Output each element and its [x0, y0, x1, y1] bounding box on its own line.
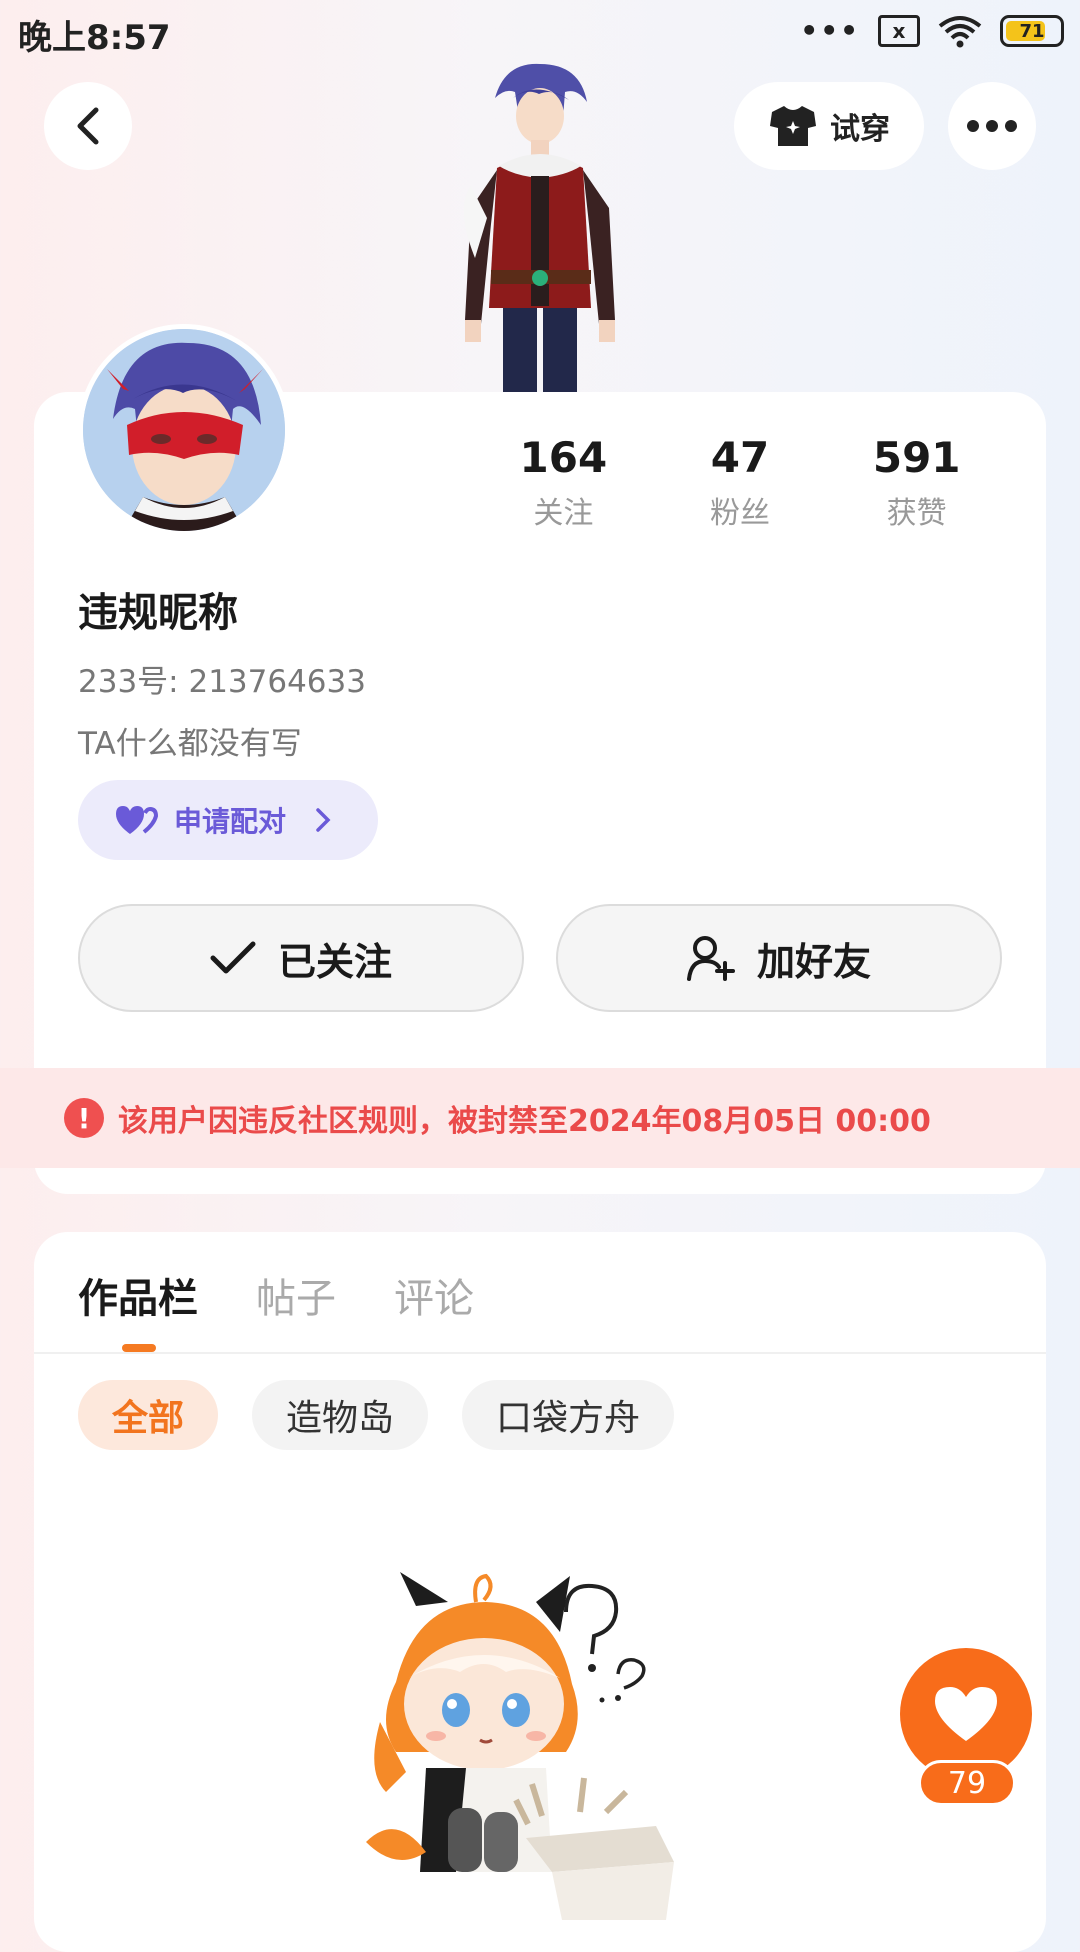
notification-dots-icon: ••• [800, 14, 860, 47]
avatar-3d-figure[interactable] [435, 58, 645, 392]
stat-likes[interactable]: 591 获赞 [828, 432, 1005, 532]
user-id: 233号: 213764633 [78, 664, 366, 700]
ban-notice-text: 该用户因违反社区规则，被封禁至2024年08月05日 00:00 [118, 1104, 931, 1139]
profile-stats: 164 关注 47 粉丝 591 获赞 [475, 432, 1005, 532]
stat-label: 粉丝 [710, 496, 770, 531]
followed-button[interactable]: 已关注 [78, 904, 524, 1012]
filter-chip-pocket-ark[interactable]: 口袋方舟 [462, 1380, 675, 1450]
nickname: 违规昵称 [78, 590, 238, 636]
battery-level: 71 [1019, 20, 1045, 42]
filter-chip-creation-island[interactable]: 造物岛 [252, 1380, 429, 1450]
battery-icon: 71 [1000, 15, 1064, 47]
more-button[interactable] [948, 82, 1036, 170]
heart-icon [935, 1687, 997, 1741]
no-sim-icon: x [878, 15, 920, 47]
add-user-icon [686, 936, 735, 981]
tab-works[interactable]: 作品栏 [78, 1266, 198, 1324]
chevron-right-icon [316, 808, 331, 832]
try-on-label: 试穿 [830, 112, 890, 147]
avatar-image [83, 329, 285, 531]
add-friend-button[interactable]: 加好友 [556, 904, 1002, 1012]
filter-chips: 全部 造物岛 口袋方舟 [78, 1380, 675, 1450]
filter-chip-all[interactable]: 全部 [78, 1380, 219, 1450]
status-bar: 晚上8:57 ••• x 71 [0, 0, 1080, 66]
back-button[interactable] [44, 82, 132, 170]
wifi-icon [938, 16, 982, 48]
chevron-left-icon [77, 107, 99, 145]
followed-label: 已关注 [277, 939, 392, 984]
tab-divider [34, 1352, 1046, 1354]
double-heart-icon [116, 806, 158, 834]
stat-value: 591 [872, 433, 961, 482]
bio: TA什么都没有写 [78, 726, 302, 762]
status-time: 晚上8:57 [18, 18, 171, 58]
stat-value: 164 [519, 433, 608, 482]
stat-following[interactable]: 164 关注 [475, 432, 652, 532]
stat-label: 获赞 [886, 496, 947, 531]
avatar[interactable] [78, 324, 290, 536]
tab-comments[interactable]: 评论 [394, 1266, 474, 1324]
content-tabs: 作品栏 帖子 评论 [78, 1266, 474, 1324]
tab-posts[interactable]: 帖子 [256, 1266, 336, 1324]
apply-pair-label: 申请配对 [174, 805, 287, 838]
stat-value: 47 [710, 433, 770, 482]
apply-pair-button[interactable]: 申请配对 [78, 780, 378, 860]
ban-notice-banner: ! 该用户因违反社区规则，被封禁至2024年08月05日 00:00 [0, 1068, 1080, 1168]
alert-icon: ! [64, 1098, 104, 1138]
status-icons: ••• x 71 [800, 14, 1064, 48]
shirt-icon [770, 106, 816, 146]
empty-state-illustration [366, 1572, 674, 1920]
try-on-button[interactable]: 试穿 [734, 82, 924, 170]
checkmark-icon [210, 941, 256, 974]
stat-followers[interactable]: 47 粉丝 [652, 432, 829, 532]
more-dots-icon [967, 120, 1017, 132]
like-count-badge: 79 [918, 1760, 1016, 1806]
add-friend-label: 加好友 [756, 939, 871, 984]
stat-label: 关注 [533, 496, 594, 531]
active-tab-indicator [122, 1344, 156, 1352]
